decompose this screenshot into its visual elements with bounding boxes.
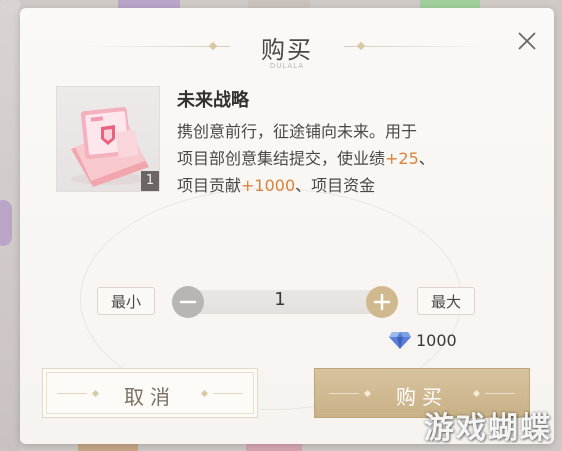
min-quantity-button[interactable]: 最小 bbox=[97, 287, 155, 315]
minus-icon bbox=[179, 300, 197, 304]
item-count-badge: 1 bbox=[141, 171, 159, 191]
cancel-button[interactable]: 取消 bbox=[42, 368, 258, 418]
close-icon bbox=[518, 32, 536, 50]
desc-text: 项目贡献 bbox=[177, 176, 242, 195]
price-amount: 1000 bbox=[416, 330, 457, 350]
item-name: 未来战略 bbox=[177, 90, 249, 111]
item-description-line: 项目部创意集结提交，使业绩+25、 bbox=[177, 145, 517, 172]
close-button[interactable] bbox=[514, 28, 540, 54]
dialog-header: 购买 DULALA bbox=[20, 18, 554, 70]
item-icon-frame: 1 bbox=[56, 86, 160, 192]
background-tab bbox=[0, 200, 12, 246]
quantity-selector: 最小 1 最大 bbox=[20, 283, 554, 319]
decrease-button[interactable] bbox=[172, 286, 204, 318]
price-display: 1000 bbox=[388, 328, 457, 352]
diamond-icon bbox=[389, 332, 411, 349]
desc-text: 、项目资金 bbox=[295, 176, 376, 195]
desc-text: 项目部创意集结提交，使业绩 bbox=[177, 149, 386, 168]
desc-highlight: +25 bbox=[385, 149, 419, 168]
desc-highlight: +1000 bbox=[241, 176, 296, 195]
dialog-title: 购买 bbox=[261, 36, 313, 64]
increase-button[interactable] bbox=[366, 286, 398, 318]
item-description-line: 项目贡献+1000、项目资金 bbox=[177, 172, 517, 199]
item-description: 携创意前行，征途铺向未来。用于 项目部创意集结提交，使业绩+25、 项目贡献+1… bbox=[177, 118, 517, 199]
dialog-title-sub: DULALA bbox=[269, 62, 305, 70]
desc-text: 、 bbox=[418, 149, 435, 168]
quantity-value[interactable]: 1 bbox=[250, 289, 310, 310]
plus-icon bbox=[373, 293, 391, 311]
item-description-line: 携创意前行，征途铺向未来。用于 bbox=[177, 122, 418, 141]
max-quantity-button[interactable]: 最大 bbox=[417, 287, 475, 315]
purchase-dialog: 购买 DULALA 1 未来战略 携创意前行，征途铺向未来。用于 项目部创意集结… bbox=[20, 8, 554, 444]
cancel-button-label: 取消 bbox=[124, 385, 176, 409]
watermark: 游戏蝴蝶 bbox=[424, 411, 552, 446]
